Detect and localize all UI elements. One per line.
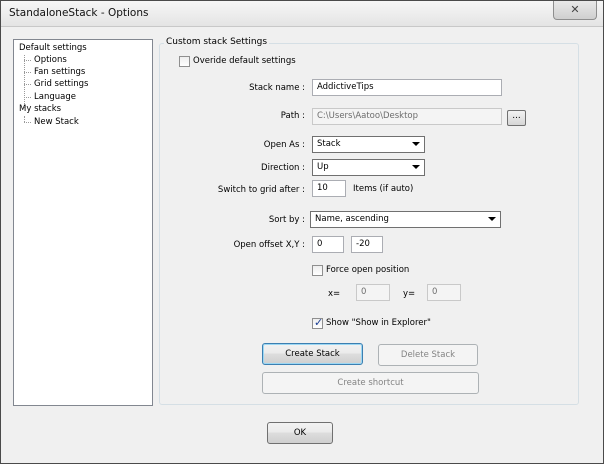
path-input[interactable]: C:\Users\Aatoo\Desktop xyxy=(312,108,502,125)
settings-tree: Default settings Options Fan settings Gr… xyxy=(13,39,153,406)
tree-item-fan-settings[interactable]: Fan settings xyxy=(34,66,85,78)
switch-grid-suffix: Items (if auto) xyxy=(353,184,414,194)
direction-label: Direction : xyxy=(261,163,305,173)
y-label: y= xyxy=(403,289,416,299)
window-title: StandaloneStack - Options xyxy=(9,7,149,19)
ok-button[interactable]: OK xyxy=(267,422,333,444)
tree-item-grid-settings[interactable]: Grid settings xyxy=(34,78,88,90)
title-bar[interactable]: StandaloneStack - Options ✕ xyxy=(1,1,603,27)
switch-grid-label: Switch to grid after : xyxy=(217,185,305,195)
offset-label: Open offset X,Y : xyxy=(233,240,305,250)
direction-select[interactable]: Up xyxy=(312,159,425,176)
stack-name-label: Stack name : xyxy=(249,83,305,93)
options-window: StandaloneStack - Options ✕ Default sett… xyxy=(0,0,604,464)
close-icon: ✕ xyxy=(570,3,580,16)
create-shortcut-button[interactable]: Create shortcut xyxy=(262,372,479,394)
tree-line xyxy=(24,122,31,123)
create-stack-button[interactable]: Create Stack xyxy=(262,343,363,365)
tree-line xyxy=(24,84,31,85)
show-explorer-label: Show "Show in Explorer" xyxy=(326,318,431,328)
tree-line xyxy=(24,97,31,98)
chevron-down-icon xyxy=(488,217,496,221)
force-open-label: Force open position xyxy=(326,265,410,275)
switch-grid-input[interactable]: 10 xyxy=(312,180,346,197)
tree-line xyxy=(24,55,25,108)
sort-by-value: Name, ascending xyxy=(315,214,389,224)
offset-x-input[interactable]: 0 xyxy=(312,236,344,253)
close-button[interactable]: ✕ xyxy=(553,1,597,20)
stack-name-input[interactable]: AddictiveTips xyxy=(312,79,502,96)
open-as-select[interactable]: Stack xyxy=(312,136,425,153)
direction-value: Up xyxy=(317,162,329,172)
delete-stack-button[interactable]: Delete Stack xyxy=(378,344,478,366)
x-input[interactable]: 0 xyxy=(356,284,390,301)
tree-item-language[interactable]: Language xyxy=(34,91,76,103)
tree-item-options[interactable]: Options xyxy=(34,54,67,66)
x-label: x= xyxy=(328,289,341,299)
browse-button[interactable]: ... xyxy=(507,110,526,126)
open-as-label: Open As : xyxy=(263,140,305,150)
sort-by-label: Sort by : xyxy=(268,215,305,225)
show-explorer-checkbox[interactable]: ✓ xyxy=(312,316,324,329)
tree-item-my-stacks[interactable]: My stacks xyxy=(19,103,61,115)
tree-item-default-settings[interactable]: Default settings xyxy=(19,42,87,54)
tree-item-new-stack[interactable]: New Stack xyxy=(34,116,79,128)
group-title: Custom stack Settings xyxy=(164,37,270,47)
check-icon: ✓ xyxy=(314,316,324,329)
path-label: Path : xyxy=(280,111,305,121)
force-open-checkbox[interactable] xyxy=(312,265,323,276)
chevron-down-icon xyxy=(412,142,420,146)
override-checkbox[interactable] xyxy=(179,56,190,67)
override-label: Overide default settings xyxy=(193,56,296,66)
open-as-value: Stack xyxy=(317,139,341,149)
chevron-down-icon xyxy=(412,165,420,169)
y-input[interactable]: 0 xyxy=(427,284,461,301)
sort-by-select[interactable]: Name, ascending xyxy=(310,211,501,228)
tree-line xyxy=(24,60,31,61)
offset-y-input[interactable]: -20 xyxy=(351,236,383,253)
tree-line xyxy=(24,72,31,73)
